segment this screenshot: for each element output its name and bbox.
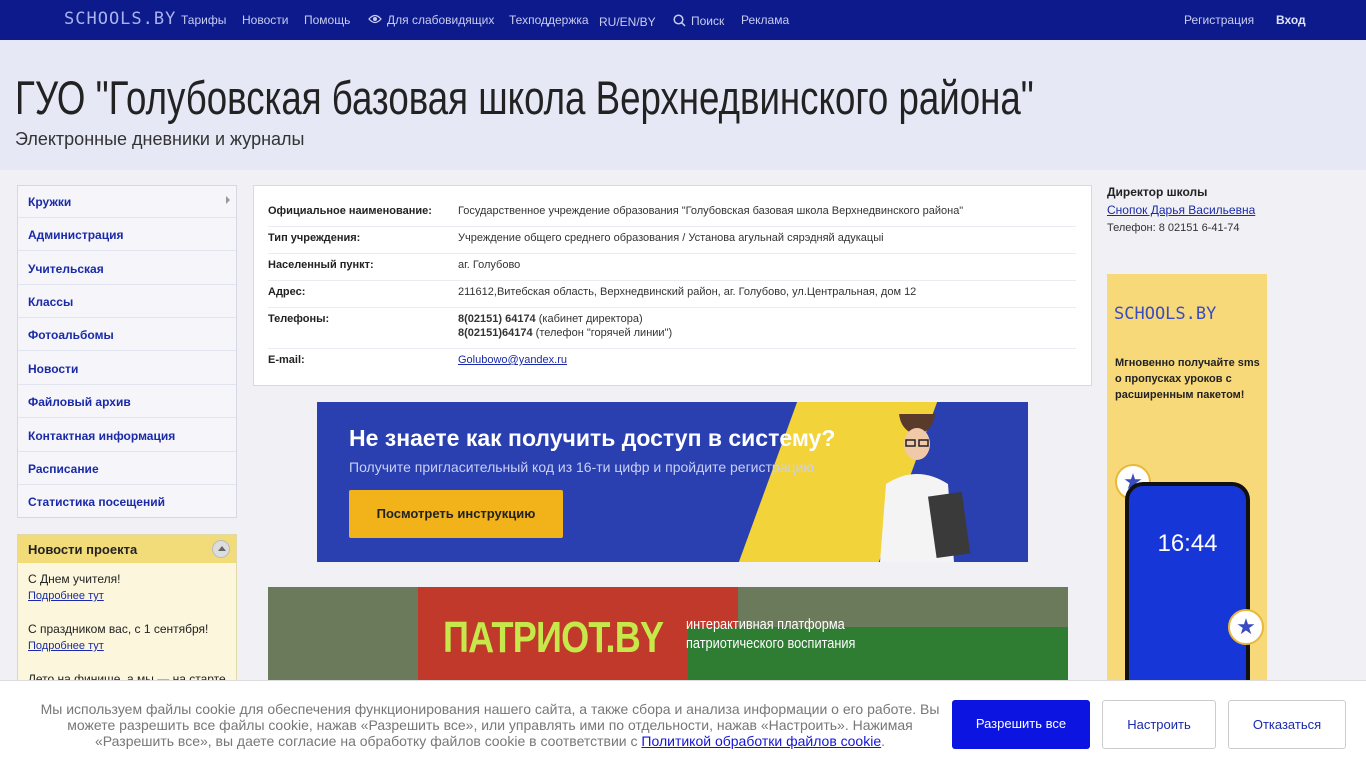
divider xyxy=(18,284,236,285)
patriot-title: ПАТРИОТ.BY xyxy=(443,613,664,662)
director-block: Директор школы Снопок Дарья Васильевна Т… xyxy=(1107,185,1357,234)
director-phone: Телефон: 8 02151 6-41-74 xyxy=(1107,222,1240,234)
info-row: Адрес: 211612,Витебская область, Верхнед… xyxy=(268,281,1076,308)
patriot-subtitle-line: патриотического воспитания xyxy=(686,635,856,652)
info-label: E-mail: xyxy=(268,354,305,366)
top-navbar: SCHOOLS.BY Тарифы Новости Помощь Для сла… xyxy=(0,0,1366,40)
info-value: Учреждение общего среднего образования /… xyxy=(458,232,884,244)
divider xyxy=(18,350,236,351)
phone-number[interactable]: 8(02151) 64174 xyxy=(458,313,536,325)
view-instruction-button[interactable]: Посмотреть инструкцию xyxy=(349,490,563,538)
eye-icon xyxy=(368,13,382,27)
info-row: Тип учреждения: Учреждение общего средне… xyxy=(268,227,1076,254)
cookie-policy-link[interactable]: Политикой обработки файлов cookie xyxy=(641,733,881,749)
collapse-button[interactable] xyxy=(212,540,230,558)
cookie-text: Мы используем файлы cookie для обеспечен… xyxy=(40,701,940,749)
banner-title: Не знаете как получить доступ в систему? xyxy=(349,425,836,451)
director-heading: Директор школы xyxy=(1107,185,1208,199)
login-link[interactable]: Вход xyxy=(1276,13,1306,27)
school-info-table: Официальное наименование: Государственно… xyxy=(253,185,1092,386)
info-label: Телефоны: xyxy=(268,313,330,325)
configure-button[interactable]: Настроить xyxy=(1102,700,1216,749)
nav-help[interactable]: Помощь xyxy=(304,13,350,27)
info-row: Официальное наименование: Государственно… xyxy=(268,200,1076,227)
sidebar-item-schedule[interactable]: Расписание xyxy=(28,462,99,476)
divider xyxy=(18,217,236,218)
sidebar-item-contacts[interactable]: Контактная информация xyxy=(28,429,175,443)
info-row: E-mail: Golubowo@yandex.ru xyxy=(268,349,1076,376)
info-value: 211612,Витебская область, Верхнедвинский… xyxy=(458,286,917,298)
divider xyxy=(18,484,236,485)
nav-tariffs[interactable]: Тарифы xyxy=(181,13,226,27)
nav-support[interactable]: Техподдержка xyxy=(509,13,589,27)
phone-note: (кабинет директора) xyxy=(535,313,643,325)
divider xyxy=(18,317,236,318)
chevron-right-icon xyxy=(226,196,230,204)
register-link[interactable]: Регистрация xyxy=(1184,13,1254,27)
info-label: Тип учреждения: xyxy=(268,232,361,244)
sidebar-item-teachers-room[interactable]: Учительская xyxy=(28,262,104,276)
sidebar-menu: Кружки Администрация Учительская Классы … xyxy=(17,185,237,518)
star-icon: ★ xyxy=(1228,609,1264,645)
divider xyxy=(18,417,236,418)
page-subtitle: Электронные дневники и журналы xyxy=(15,129,305,149)
sidebar-item-photo-albums[interactable]: Фотоальбомы xyxy=(28,328,114,342)
cookie-consent-bar: Мы используем файлы cookie для обеспечен… xyxy=(0,680,1366,768)
patriot-subtitle-line: интерактивная платформа xyxy=(686,616,845,633)
info-row: Телефоны: 8(02151) 64174 (кабинет директ… xyxy=(268,308,1076,349)
info-label: Населенный пункт: xyxy=(268,259,374,271)
site-logo[interactable]: SCHOOLS.BY xyxy=(64,9,176,29)
news-more-link[interactable]: Подробнее тут xyxy=(28,590,104,602)
info-label: Адрес: xyxy=(268,286,306,298)
info-value: Государственное учреждение образования "… xyxy=(458,205,964,217)
sidebar-item-news[interactable]: Новости xyxy=(28,362,78,376)
sidebar-item-classes[interactable]: Классы xyxy=(28,295,73,309)
divider xyxy=(18,250,236,251)
news-panel-title: Новости проекта xyxy=(18,535,236,563)
info-row: Населенный пункт: аг. Голубово xyxy=(268,254,1076,281)
sidebar-item-administration[interactable]: Администрация xyxy=(28,228,123,242)
director-name-link[interactable]: Снопок Дарья Васильевна xyxy=(1107,203,1357,217)
sidebar-item-statistics[interactable]: Статистика посещений xyxy=(28,495,165,509)
news-item: С праздником вас, с 1 сентября! xyxy=(28,622,209,636)
sidebar-item-clubs[interactable]: Кружки xyxy=(28,195,71,209)
nav-search[interactable]: Поиск xyxy=(691,14,724,28)
news-item: С Днем учителя! xyxy=(28,572,121,586)
nav-accessibility[interactable]: Для слабовидящих xyxy=(387,13,494,27)
phone-line: 8(02151)64174 (телефон "горячей линии") xyxy=(458,327,672,339)
sms-ad-banner[interactable]: SCHOOLS.BY Мгновенно получайте sms о про… xyxy=(1107,274,1267,694)
nav-news[interactable]: Новости xyxy=(242,13,288,27)
info-value: аг. Голубово xyxy=(458,259,521,271)
search-icon xyxy=(673,14,686,30)
phone-number[interactable]: 8(02151)64174 xyxy=(458,327,533,339)
cookie-text-end: . xyxy=(881,733,886,749)
phone-illustration: 16:44 xyxy=(1125,482,1250,694)
page-header: ГУО "Голубовская базовая школа Верхнедви… xyxy=(0,40,1366,170)
divider xyxy=(18,384,236,385)
allow-all-button[interactable]: Разрешить все xyxy=(952,700,1090,749)
sidebar-item-file-archive[interactable]: Файловый архив xyxy=(28,395,131,409)
patriot-subtitle: интерактивная платформа патриотического в… xyxy=(686,615,855,653)
woman-illustration xyxy=(880,414,971,562)
decline-button[interactable]: Отказаться xyxy=(1228,700,1346,749)
email-link[interactable]: Golubowo@yandex.ru xyxy=(458,354,567,366)
phone-line: 8(02151) 64174 (кабинет директора) xyxy=(458,313,643,325)
ad-text: Мгновенно получайте sms о пропусках урок… xyxy=(1115,357,1260,401)
phone-note: (телефон "горячей линии") xyxy=(532,327,673,339)
ad-logo: SCHOOLS.BY xyxy=(1114,304,1217,324)
page-title: ГУО "Голубовская базовая школа Верхнедви… xyxy=(15,71,1034,124)
info-label: Официальное наименование: xyxy=(268,205,432,217)
banner-subtitle: Получите пригласительный код из 16-ти ци… xyxy=(349,459,814,475)
phone-clock: 16:44 xyxy=(1157,530,1218,557)
news-more-link[interactable]: Подробнее тут xyxy=(28,640,104,652)
access-instruction-banner[interactable]: Не знаете как получить доступ в систему?… xyxy=(317,402,1028,562)
language-switcher[interactable]: RU/EN/BY xyxy=(599,15,656,29)
nav-advertising[interactable]: Реклама xyxy=(741,13,789,27)
divider xyxy=(18,451,236,452)
